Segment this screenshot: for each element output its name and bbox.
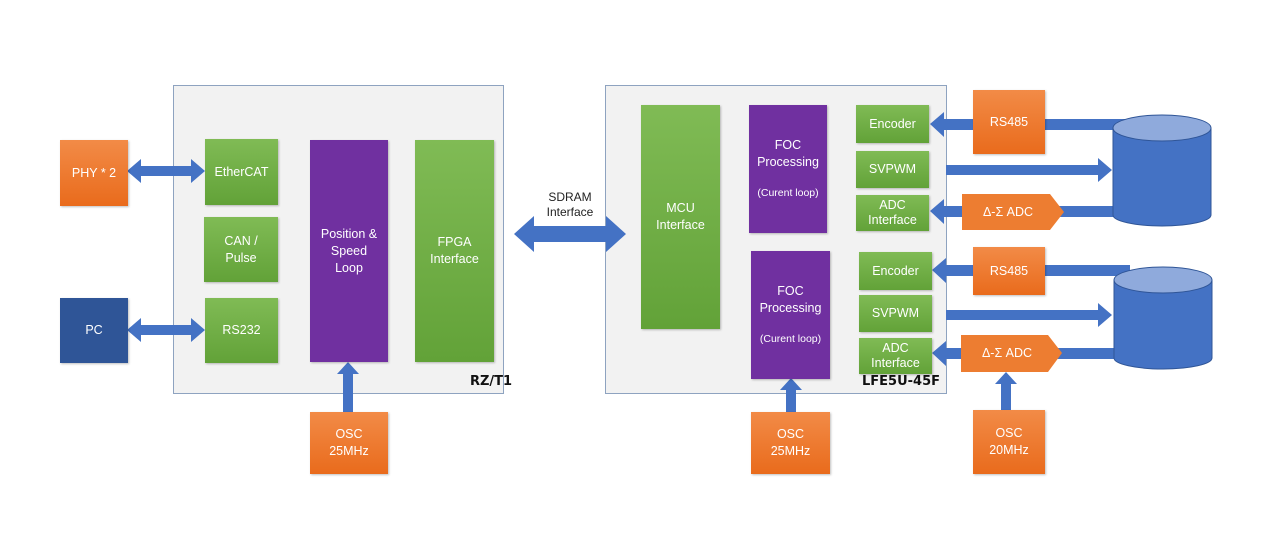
block-diagram: RZ/T1 LFE5U-45F PHY * 2 PC OSC 25MHz Eth… [0,0,1268,543]
svpwm1-arrow [946,158,1112,182]
can-pulse-block: CAN / Pulse [204,217,278,282]
motor-2-cylinder [1113,266,1213,370]
sdram-arrow [514,216,626,252]
pc-block: PC [60,298,128,363]
position-speed-loop-block: Position & Speed Loop [310,140,388,362]
foc-title: FOC Processing [759,283,822,315]
phy-ethercat-arrow [127,159,205,183]
dsadc-label-2: Δ-Σ ADC [981,346,1033,360]
pc-rs232-arrow [127,318,205,342]
motor-1-cylinder [1112,114,1212,227]
adc-interface-block-2: ADC Interface [859,338,932,374]
foc-subtitle: (Curent loop) [759,332,822,345]
foc-block-1: FOC Processing (Curent loop) [749,105,827,233]
osc-adc-block: OSC 20MHz [973,410,1045,474]
connections [127,112,1213,412]
encoder-block-1: Encoder [856,105,929,143]
rs485-block-1: RS485 [973,90,1045,154]
svpwm-block-2: SVPWM [859,295,932,332]
foc-block-2: FOC Processing (Curent loop) [751,251,830,379]
svpwm2-arrow [946,303,1112,327]
encoder-block-2: Encoder [859,252,932,290]
fpga-interface-block: FPGA Interface [415,140,494,362]
svpwm-block-1: SVPWM [856,151,929,188]
osc-position-arrow [337,362,359,412]
foc-subtitle: (Curent loop) [757,186,819,199]
osc-adc-arrow [995,372,1017,410]
dsadc-label-1: Δ-Σ ADC [982,204,1034,219]
osc-left-block: OSC 25MHz [310,412,388,474]
sdram-label: SDRAM Interface [546,190,594,219]
ethercat-block: EtherCAT [205,139,278,205]
adc-interface-block-1: ADC Interface [856,195,929,231]
mcu-interface-block: MCU Interface [641,105,720,329]
osc-foc-block: OSC 25MHz [751,412,830,474]
phy-block: PHY * 2 [60,140,128,206]
rs485-block-2: RS485 [973,247,1045,295]
rs232-block: RS232 [205,298,278,363]
foc-title: FOC Processing [757,137,819,169]
osc-foc-arrow [780,378,802,412]
